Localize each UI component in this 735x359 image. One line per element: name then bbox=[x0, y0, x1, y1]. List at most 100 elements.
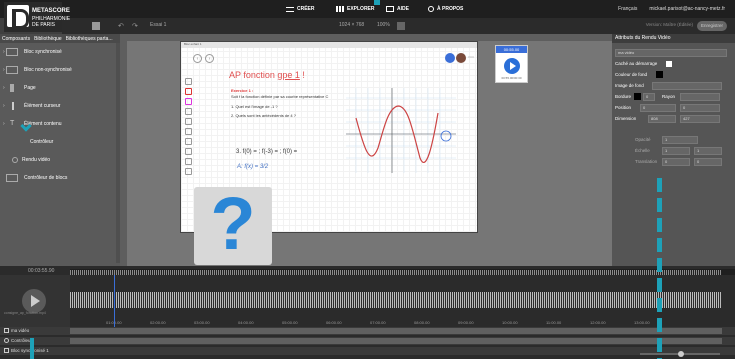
tab-library[interactable]: Bibliothèque bbox=[34, 36, 62, 42]
zoom-level[interactable]: 100% bbox=[377, 22, 390, 30]
hidden-on-start-checkbox[interactable] bbox=[666, 60, 672, 67]
position-x-input[interactable]: 0 bbox=[640, 103, 676, 112]
highlighter-tool-icon[interactable] bbox=[184, 98, 192, 105]
user-dot-icon bbox=[445, 53, 455, 63]
ruler-tick: 11:00.00 bbox=[546, 320, 562, 325]
save-revision-button[interactable]: Enregistrer bbox=[697, 21, 727, 31]
play-icon[interactable] bbox=[504, 58, 520, 74]
menu-about[interactable]: À PROPOS bbox=[428, 0, 463, 18]
clear-tool-icon[interactable] bbox=[184, 168, 192, 175]
overview-waveform bbox=[70, 270, 722, 275]
dimension-label: Dimension bbox=[615, 116, 637, 121]
language-selector[interactable]: Français bbox=[618, 6, 637, 12]
vertical-ruler bbox=[120, 41, 127, 266]
zoom-slider-handle[interactable] bbox=[678, 351, 684, 357]
select-tool-icon[interactable] bbox=[184, 118, 192, 125]
component-item[interactable]: Contrôleur bbox=[0, 133, 120, 151]
help-icon bbox=[386, 6, 394, 12]
video-player-preview[interactable]: 00:55.00 00:55.00/00:30 bbox=[495, 45, 528, 83]
lesson-title-prefix: AP fonction bbox=[229, 70, 278, 80]
position-y-input[interactable]: 0 bbox=[680, 103, 720, 112]
radius-input[interactable] bbox=[680, 92, 720, 101]
track-bar[interactable] bbox=[70, 328, 722, 334]
track-toggle-icon[interactable] bbox=[4, 338, 9, 344]
bg-image-select[interactable] bbox=[652, 81, 722, 90]
comment-icon[interactable] bbox=[397, 22, 405, 30]
component-label: Contrôleur de blocs bbox=[24, 175, 68, 181]
translation-x-input[interactable]: 0 bbox=[662, 157, 690, 166]
undo-tool-icon[interactable] bbox=[184, 148, 192, 155]
name-input[interactable]: ma vidéo bbox=[615, 48, 727, 57]
eraser-tool-icon[interactable] bbox=[184, 108, 192, 115]
more-icon[interactable]: ⋯ bbox=[468, 54, 474, 61]
drawing-tools bbox=[183, 78, 193, 193]
component-item[interactable]: › Bloc synchronisé bbox=[0, 43, 120, 61]
track-label: Contrôleur bbox=[11, 338, 33, 343]
project-title[interactable]: Essai 1 bbox=[150, 22, 166, 30]
forward-icon[interactable]: › bbox=[205, 54, 214, 63]
ruler-tick: 13:00.00 bbox=[634, 320, 650, 325]
pen-tool-icon[interactable] bbox=[184, 78, 192, 85]
audio-waveform[interactable] bbox=[70, 292, 722, 308]
component-item[interactable]: Rendu vidéo bbox=[0, 151, 120, 169]
text-icon: T bbox=[10, 120, 15, 127]
hint-marker bbox=[374, 0, 380, 5]
track-bar[interactable] bbox=[70, 338, 722, 344]
track-row[interactable]: ma vidéo bbox=[0, 327, 735, 335]
translation-y-input[interactable]: 0 bbox=[694, 157, 722, 166]
component-icon bbox=[6, 66, 18, 74]
component-item[interactable]: › Page bbox=[0, 79, 120, 97]
current-time: 00:03:55.90 bbox=[28, 268, 55, 274]
component-item[interactable]: › Bloc non-synchronisé bbox=[0, 61, 120, 79]
chevron-right-icon: › bbox=[3, 67, 5, 73]
save-icon[interactable] bbox=[92, 22, 100, 30]
translation-label: Translation bbox=[635, 159, 658, 164]
shape-tool-icon[interactable] bbox=[184, 128, 192, 135]
component-item[interactable]: › T Élément contenu bbox=[0, 115, 120, 133]
border-color-swatch[interactable] bbox=[634, 93, 641, 100]
width-input[interactable]: 808 bbox=[648, 114, 676, 123]
opacity-input[interactable]: 1 bbox=[662, 135, 698, 144]
component-item[interactable]: › Élément curseur bbox=[0, 97, 120, 115]
marker-tool-icon[interactable] bbox=[184, 88, 192, 95]
height-input[interactable]: 427 bbox=[680, 114, 720, 123]
track-row[interactable]: Bloc synchronisé 1 bbox=[0, 347, 735, 355]
back-icon[interactable]: ‹ bbox=[193, 54, 202, 63]
exercise-text: Exercice 1 : Soit f la fonction définie … bbox=[231, 88, 351, 119]
prop-translation-row: Translation 0 0 bbox=[612, 156, 735, 167]
logo-mark-icon bbox=[7, 5, 29, 29]
opacity-label: Opacité bbox=[635, 137, 651, 142]
user-menu[interactable]: mickael.parisot@ac-nancy-metz.fr bbox=[649, 6, 725, 12]
question-3: 3. f(0) = ; f(-3) = ; f(0) = bbox=[236, 149, 298, 155]
horizontal-ruler bbox=[120, 34, 612, 41]
chevron-right-icon: › bbox=[3, 103, 5, 109]
track-toggle-icon[interactable] bbox=[4, 348, 9, 354]
prop-opacity-row: Opacité 1 bbox=[612, 134, 735, 145]
tab-components[interactable]: Composants bbox=[2, 36, 30, 42]
canvas-dimensions: 1024 × 768 bbox=[339, 22, 365, 28]
redo-icon[interactable]: ↷ bbox=[132, 22, 138, 30]
logo-text-3: DE PARIS bbox=[32, 22, 55, 28]
menu-create[interactable]: CRÉER bbox=[286, 0, 315, 18]
scale-y-input[interactable]: 1 bbox=[694, 146, 722, 155]
lesson-title: AP fonction gpe 1 ! bbox=[229, 70, 305, 80]
menu-help[interactable]: AIDE bbox=[386, 0, 409, 18]
component-icon bbox=[10, 84, 14, 92]
logo-text-1: METASCORE bbox=[32, 8, 70, 14]
component-item[interactable]: Contrôleur de blocs bbox=[0, 169, 120, 187]
track-toggle-icon[interactable] bbox=[4, 328, 9, 334]
timeline-play-button[interactable] bbox=[22, 289, 46, 313]
tab-shared-libraries[interactable]: Bibliothèques parta... bbox=[66, 36, 113, 42]
playhead[interactable] bbox=[114, 275, 115, 335]
redo-tool-icon[interactable] bbox=[184, 158, 192, 165]
app-logo[interactable]: METASCORE PHILHARMONIE DE PARIS bbox=[4, 2, 70, 32]
bg-color-swatch[interactable] bbox=[656, 71, 663, 78]
scale-label: Échelle bbox=[635, 148, 650, 153]
scale-x-input[interactable]: 1 bbox=[662, 146, 690, 155]
text-tool-icon[interactable] bbox=[184, 138, 192, 145]
menu-explore[interactable]: EXPLORER bbox=[336, 0, 375, 18]
border-width-input[interactable]: 0 bbox=[643, 92, 655, 101]
track-row[interactable]: Contrôleur bbox=[0, 337, 735, 345]
component-icon bbox=[6, 48, 18, 56]
undo-icon[interactable]: ↶ bbox=[118, 22, 124, 30]
